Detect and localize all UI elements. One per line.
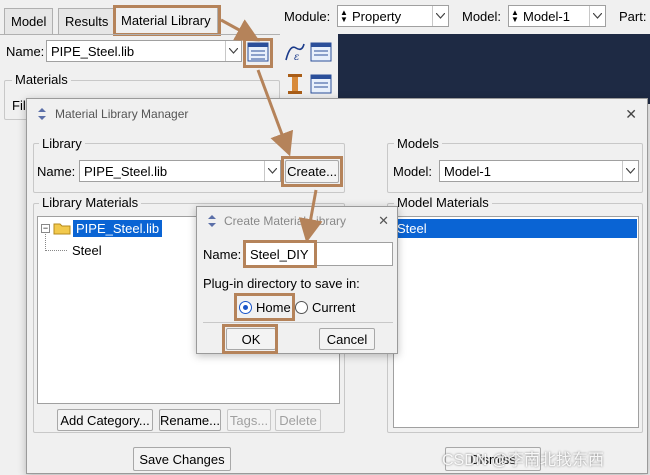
button-label: OK: [241, 331, 261, 347]
button-label: Delete: [279, 412, 317, 428]
create-material-icon[interactable]: ε: [284, 40, 306, 63]
library-name-value: PIPE_Steel.lib: [84, 163, 168, 179]
radio-unselected-icon: [295, 300, 308, 314]
tab-material-library[interactable]: Material Library: [114, 6, 218, 34]
model-value: Model-1: [523, 8, 570, 24]
materials-label: Materials: [12, 72, 71, 87]
svg-text:ε: ε: [294, 52, 299, 62]
model-combo[interactable]: Model-1: [439, 160, 639, 182]
material-manager-icon[interactable]: [310, 42, 332, 62]
tree-line: [45, 250, 67, 251]
library-name-label: Name:: [37, 164, 76, 179]
button-label: Create...: [287, 164, 337, 179]
tags-button: Tags...: [227, 409, 271, 431]
dialog-separator: [203, 322, 393, 323]
tab-label: Model: [11, 14, 47, 29]
model-materials-title: Model Materials: [394, 195, 492, 210]
models-group-title: Models: [394, 136, 442, 151]
chevron-down-icon: [432, 6, 448, 26]
name-label: Name:: [6, 44, 45, 59]
button-label: Tags...: [229, 412, 269, 428]
module-value: Property: [352, 8, 402, 24]
model-combo[interactable]: ▲ ▼ Model-1: [508, 5, 606, 27]
folder-icon: [53, 221, 71, 238]
model-value: Model-1: [444, 163, 491, 179]
chevron-down-icon: [225, 41, 241, 61]
home-radio[interactable]: Home: [239, 297, 291, 317]
model-label: Model:: [393, 164, 433, 179]
button-label: Rename...: [160, 412, 220, 428]
create-dialog-title: Create Material Library: [224, 214, 347, 228]
model-materials-list-item[interactable]: Steel: [395, 219, 637, 238]
manager-titlebar: Material Library Manager ✕: [27, 99, 647, 129]
new-name-value: Steel_DIY: [250, 246, 309, 262]
tab-label: Material Library: [121, 13, 211, 28]
button-label: Save Changes: [139, 451, 225, 467]
list-item-label: Steel: [397, 221, 427, 236]
collapse-toggle-icon[interactable]: −: [41, 224, 50, 233]
tab-results[interactable]: Results: [58, 8, 116, 34]
chevron-down-icon: [264, 161, 280, 181]
create-material-library-dialog: Create Material Library ✕ Name: Steel_DI…: [196, 206, 398, 354]
plugin-directory-label: Plug-in directory to save in:: [203, 276, 360, 291]
cancel-button[interactable]: Cancel: [319, 328, 375, 350]
watermark: CSDN @李南北找东西: [442, 452, 605, 469]
part-label: Part:: [619, 9, 647, 24]
tree-root-item[interactable]: PIPE_Steel.lib: [73, 220, 163, 237]
model-materials-list[interactable]: [393, 216, 639, 428]
create-section-icon[interactable]: [284, 72, 306, 96]
app-icon: [205, 214, 219, 228]
library-group-title: Library: [39, 136, 85, 151]
tab-model[interactable]: Model: [4, 8, 54, 34]
section-manager-icon[interactable]: [310, 74, 332, 94]
button-label: Add Category...: [60, 412, 150, 428]
add-category-button[interactable]: Add Category...: [57, 409, 153, 431]
chevron-down-icon: [622, 161, 638, 181]
library-manager-icon[interactable]: [247, 42, 269, 62]
library-materials-title: Library Materials: [39, 195, 142, 210]
create-library-button[interactable]: Create...: [285, 160, 339, 183]
close-icon[interactable]: ✕: [378, 213, 389, 229]
library-name-combo[interactable]: PIPE_Steel.lib: [46, 40, 242, 62]
app-icon: [35, 107, 49, 121]
manager-title: Material Library Manager: [55, 107, 189, 121]
rename-button[interactable]: Rename...: [159, 409, 221, 431]
radio-selected-icon: [239, 300, 252, 314]
tree-child-item[interactable]: Steel: [72, 243, 102, 258]
library-name-combo[interactable]: PIPE_Steel.lib: [79, 160, 281, 182]
create-dialog-titlebar: Create Material Library ✕: [197, 207, 397, 235]
ok-button[interactable]: OK: [226, 328, 276, 350]
model-label: Model:: [462, 9, 502, 24]
home-radio-label: Home: [256, 299, 291, 315]
current-radio-label: Current: [312, 299, 356, 315]
spin-icon: ▲ ▼: [511, 8, 519, 24]
spin-icon: ▲ ▼: [340, 8, 348, 24]
tree-line: [45, 234, 46, 251]
chevron-down-icon: [589, 6, 605, 26]
new-name-label: Name:: [203, 247, 242, 262]
module-label: Module:: [284, 9, 331, 24]
button-label: Cancel: [326, 331, 368, 347]
current-radio[interactable]: Current: [295, 297, 355, 317]
tab-label: Results: [65, 14, 109, 29]
new-name-input[interactable]: Steel_DIY: [245, 242, 393, 266]
viewport[interactable]: [338, 34, 650, 104]
library-name-value: PIPE_Steel.lib: [51, 43, 135, 59]
filter-label: Fil: [12, 98, 26, 113]
save-changes-button[interactable]: Save Changes: [133, 447, 231, 471]
delete-button: Delete: [275, 409, 321, 431]
module-combo[interactable]: ▲ ▼ Property: [337, 5, 449, 27]
close-icon[interactable]: ✕: [625, 106, 637, 123]
